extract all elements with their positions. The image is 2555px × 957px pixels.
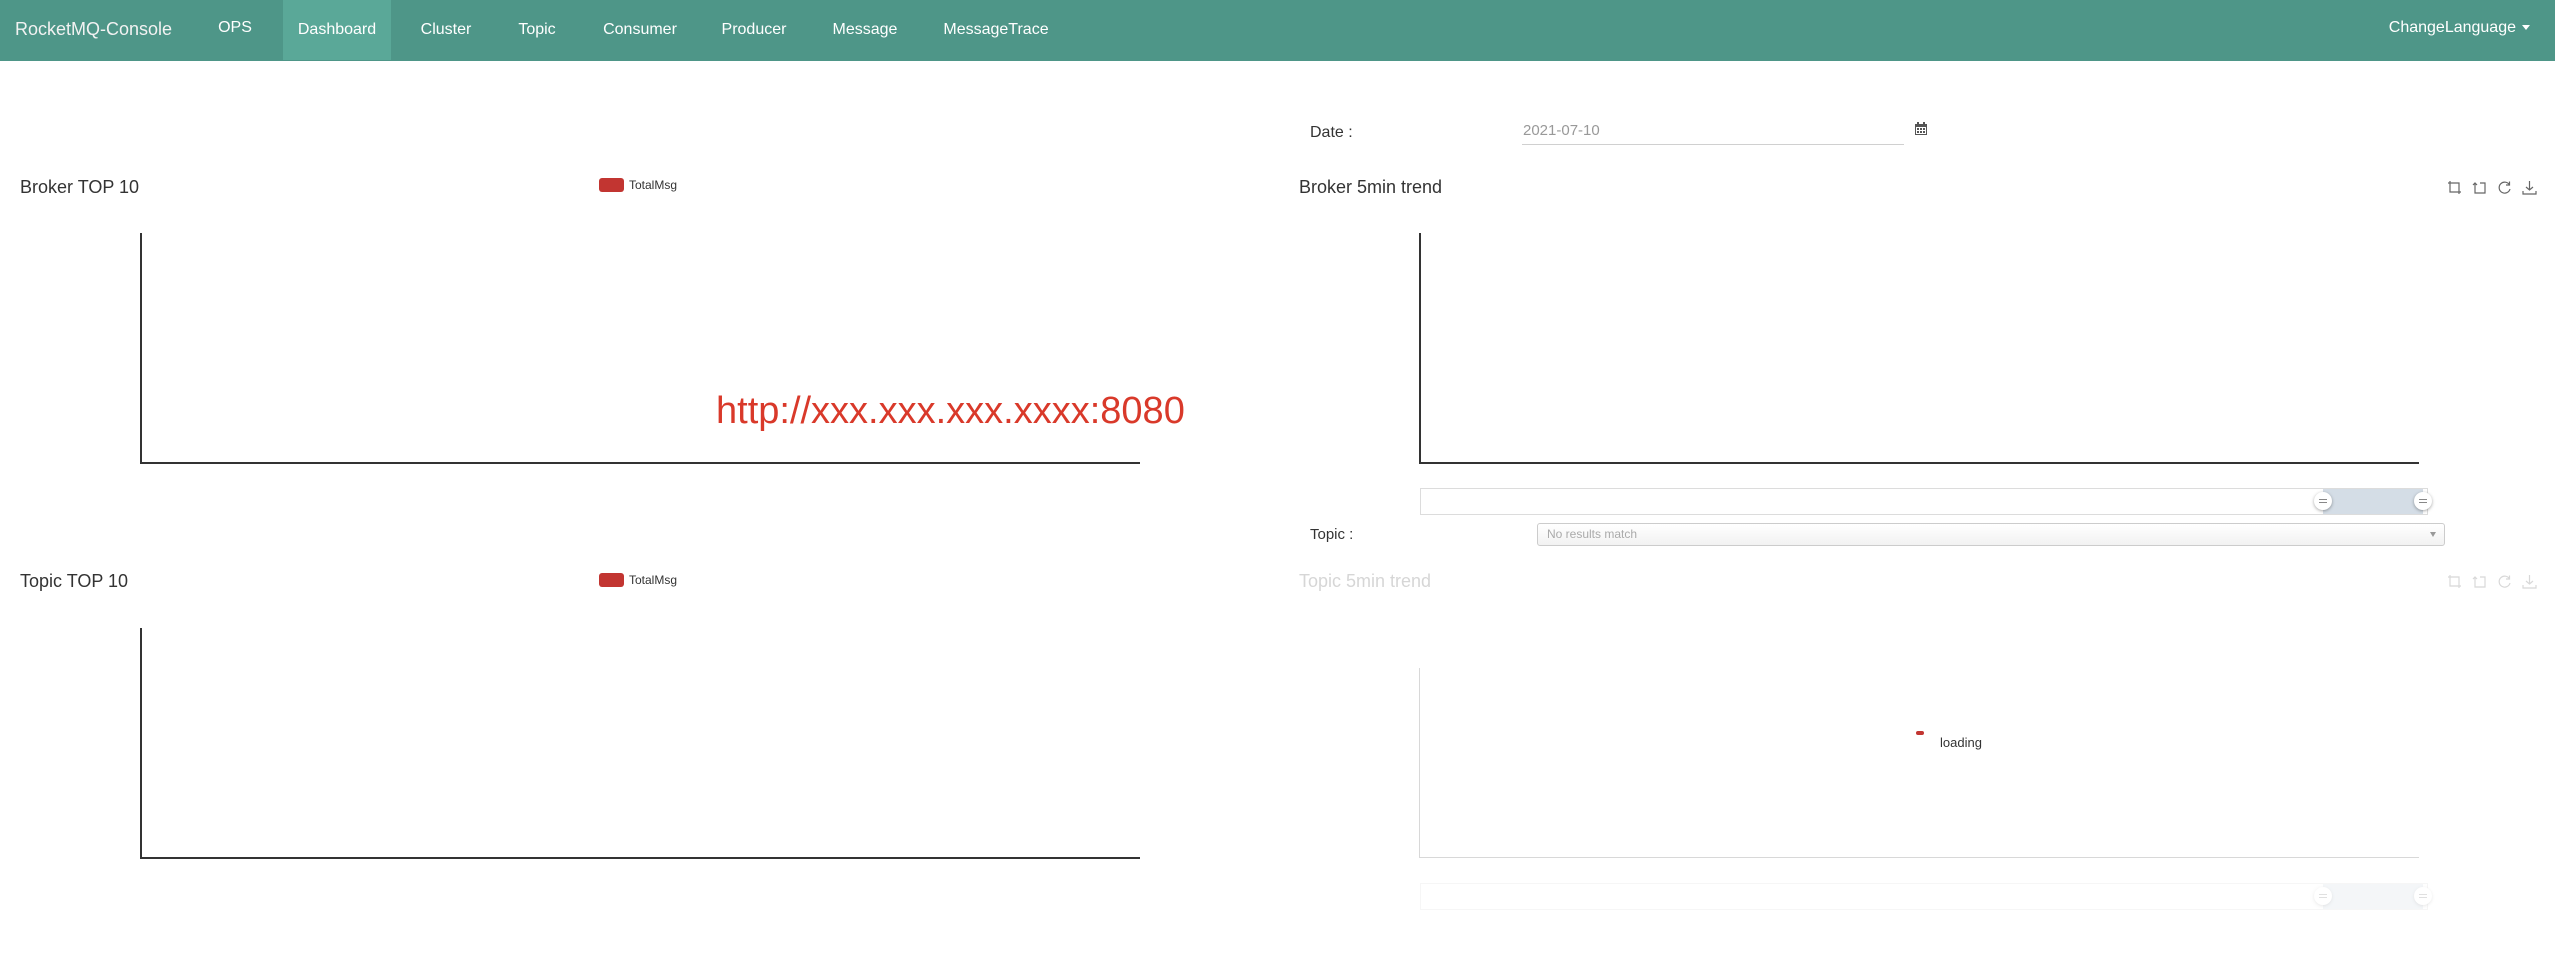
download-icon[interactable]	[2522, 180, 2537, 195]
change-language-dropdown[interactable]: ChangeLanguage	[2389, 0, 2530, 56]
topic-top-legend[interactable]: TotalMsg	[599, 573, 677, 587]
broker-trend-toolbox	[2447, 180, 2537, 195]
legend-swatch	[599, 573, 624, 587]
top-navbar: RocketMQ-Console OPS Dashboard Cluster T…	[0, 0, 2555, 61]
zoom-handle-right[interactable]	[2414, 887, 2432, 905]
broker-top-chart-title: Broker TOP 10	[20, 177, 140, 197]
topic-trend-toolbox	[2447, 574, 2537, 589]
broker-top-y-axis	[140, 233, 142, 464]
nav-message-trace[interactable]: MessageTrace	[935, 0, 1057, 60]
nav-dashboard[interactable]: Dashboard	[283, 0, 391, 60]
nav-consumer[interactable]: Consumer	[594, 0, 686, 60]
loading-spinner-icon	[1916, 731, 1924, 735]
topic-label: Topic :	[1310, 526, 1354, 543]
chevron-down-icon	[2430, 532, 2436, 537]
date-input[interactable]	[1522, 116, 1904, 145]
restore-icon[interactable]	[2497, 574, 2512, 589]
zoom-icon[interactable]	[2447, 180, 2462, 195]
restore-icon[interactable]	[2497, 180, 2512, 195]
topic-select[interactable]: No results match	[1537, 523, 2445, 546]
topic-trend-chart-title: Topic 5min trend	[1299, 571, 1432, 591]
zoom-handle-right[interactable]	[2414, 492, 2432, 510]
broker-trend-x-axis	[1419, 462, 2419, 464]
topic-top-chart-title: Topic TOP 10	[20, 571, 129, 591]
calendar-icon[interactable]	[1914, 122, 1928, 136]
change-language-label: ChangeLanguage	[2388, 19, 2516, 36]
broker-top-legend[interactable]: TotalMsg	[599, 178, 677, 192]
broker-trend-chart-title: Broker 5min trend	[1299, 177, 1443, 197]
topic-top-x-axis	[140, 857, 1140, 859]
topic-trend-x-axis	[1419, 857, 2419, 858]
nav-producer[interactable]: Producer	[713, 0, 795, 60]
zoom-selected-range	[2323, 489, 2423, 514]
legend-swatch	[599, 178, 624, 192]
loading-text: loading	[1940, 735, 1982, 750]
zoom-selected-range	[2323, 884, 2423, 909]
topic-trend-y-axis	[1419, 668, 1420, 858]
zoom-reset-icon[interactable]	[2472, 574, 2487, 589]
brand-logo[interactable]: RocketMQ-Console	[15, 0, 172, 58]
nav-cluster[interactable]: Cluster	[410, 0, 482, 60]
zoom-handle-left[interactable]	[2314, 492, 2332, 510]
topic-select-placeholder: No results match	[1547, 527, 1638, 541]
broker-trend-y-axis	[1419, 233, 1421, 464]
nav-message[interactable]: Message	[822, 0, 908, 60]
zoom-handle-left[interactable]	[2314, 887, 2332, 905]
broker-top-x-axis	[140, 462, 1140, 464]
legend-label: TotalMsg	[629, 178, 678, 192]
download-icon[interactable]	[2522, 574, 2537, 589]
topic-trend-zoom-slider[interactable]	[1420, 883, 2432, 910]
topic-top-y-axis	[140, 628, 142, 859]
nav-topic[interactable]: Topic	[508, 0, 566, 60]
date-label: Date :	[1310, 124, 1353, 141]
legend-label: TotalMsg	[629, 573, 678, 587]
zoom-reset-icon[interactable]	[2472, 180, 2487, 195]
broker-trend-zoom-slider[interactable]	[1420, 488, 2432, 515]
caret-down-icon	[2522, 25, 2530, 31]
url-overlay-text: http://xxx.xxx.xxx.xxxx:8080	[716, 390, 1185, 432]
zoom-icon[interactable]	[2447, 574, 2462, 589]
nav-ops[interactable]: OPS	[217, 0, 253, 60]
